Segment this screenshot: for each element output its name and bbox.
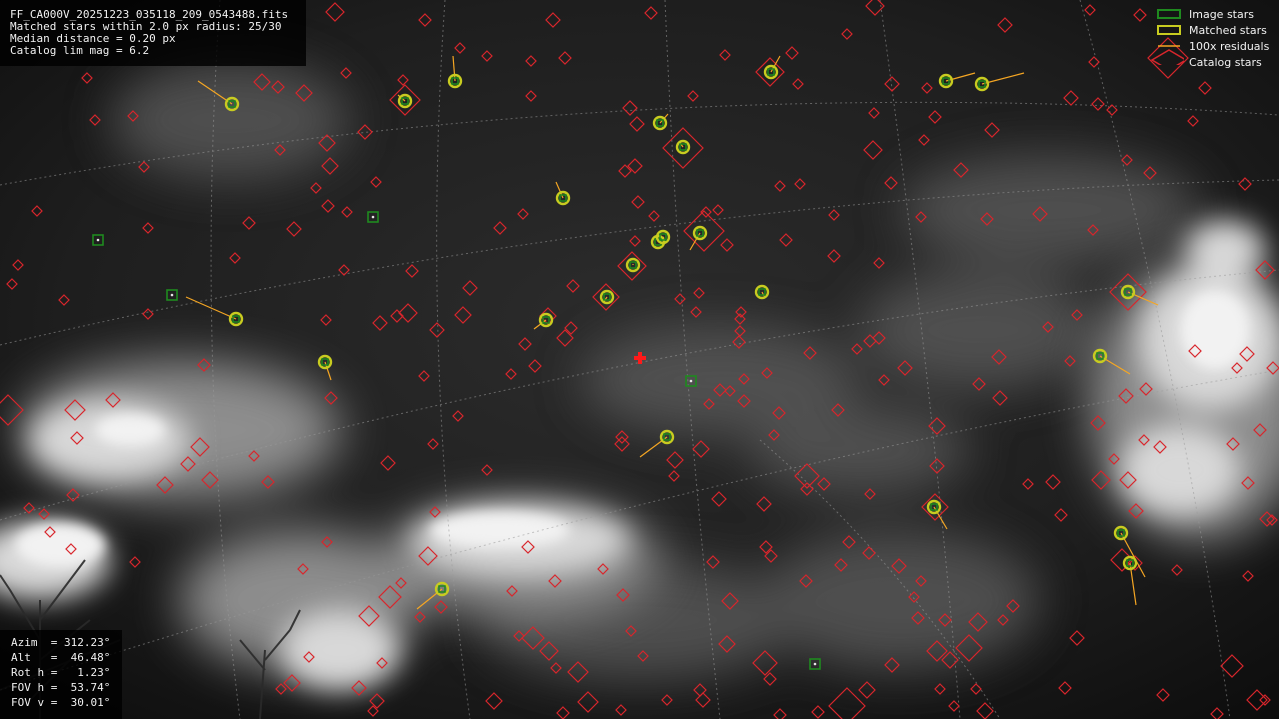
legend: Image stars Matched stars 100x residuals… (1150, 4, 1279, 72)
red-diamond-icon (1150, 49, 1184, 65)
yellow-circle-icon (1157, 25, 1181, 35)
legend-item-catalog-stars: Catalog stars (1150, 49, 1279, 70)
legend-label-catalog-stars: Catalog stars (1189, 56, 1262, 69)
rotation-text: Rot h = 1.23° (11, 666, 111, 679)
legend-item-matched-stars: Matched stars (1150, 22, 1279, 38)
altitude-text: Alt = 46.48° (11, 651, 111, 664)
legend-label-residuals: 100x residuals (1189, 40, 1270, 53)
fov-v-text: FOV v = 30.01° (11, 696, 111, 709)
sky-image (0, 0, 1279, 719)
azimuth-text: Azim = 312.23° (11, 636, 111, 649)
fov-h-text: FOV h = 53.74° (11, 681, 111, 694)
astrometry-view: FF_CA000V_20251223_035118_209_0543488.fi… (0, 0, 1279, 719)
fit-info-panel: FF_CA000V_20251223_035118_209_0543488.fi… (0, 0, 306, 66)
catalog-limmag-text: Catalog lim mag = 6.2 (10, 44, 150, 57)
pointing-panel: Azim = 312.23° Alt = 46.48° Rot h = 1.23… (0, 630, 122, 719)
legend-label-matched-stars: Matched stars (1189, 24, 1267, 37)
star-dot (170, 293, 174, 297)
star-dot (96, 238, 100, 242)
star-dot (371, 215, 375, 219)
green-square-icon (1157, 9, 1181, 19)
legend-item-image-stars: Image stars (1150, 6, 1279, 22)
star-dot (813, 662, 817, 666)
star-dot (689, 379, 693, 383)
legend-label-image-stars: Image stars (1189, 8, 1254, 21)
